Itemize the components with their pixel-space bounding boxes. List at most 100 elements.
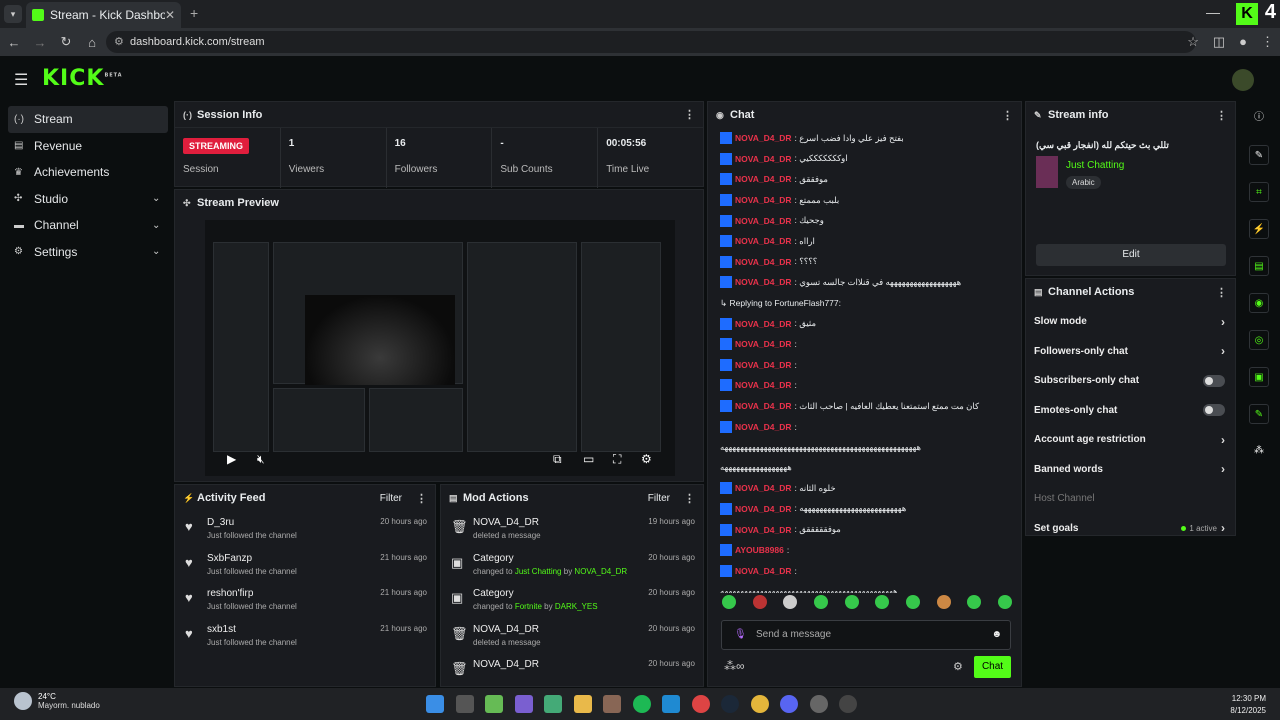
sidebar-item-channel[interactable]: ▬ Channel ⌄ bbox=[8, 212, 168, 239]
emoji-icon[interactable]: ☻ bbox=[991, 621, 1002, 649]
profile-icon[interactable]: ● bbox=[1239, 34, 1247, 50]
edit-button[interactable]: Edit bbox=[1036, 244, 1226, 266]
filter-button[interactable]: Filter bbox=[380, 493, 402, 504]
chat-message-input[interactable]: 🎙︎ Send a message ☻ bbox=[721, 620, 1011, 650]
app-icon[interactable] bbox=[514, 695, 533, 713]
user-avatar[interactable] bbox=[1232, 69, 1254, 91]
minecraft-icon[interactable] bbox=[485, 695, 503, 713]
back-icon[interactable]: ← bbox=[2, 35, 26, 50]
more-options-icon[interactable]: ⋮ bbox=[1216, 286, 1227, 299]
more-options-icon[interactable]: ⋮ bbox=[1216, 109, 1227, 122]
chat-username[interactable]: NOVA_D4_DR bbox=[735, 422, 792, 432]
chat-username[interactable]: NOVA_D4_DR bbox=[735, 216, 792, 226]
send-chat-button[interactable]: Chat bbox=[974, 656, 1011, 678]
chat-username[interactable]: NOVA_D4_DR bbox=[735, 566, 792, 576]
chat-username[interactable]: NOVA_D4_DR bbox=[735, 195, 792, 205]
filter-button[interactable]: Filter bbox=[648, 493, 670, 504]
site-info-icon[interactable]: ⚙ bbox=[114, 31, 124, 53]
chat-username[interactable]: NOVA_D4_DR bbox=[735, 319, 792, 329]
emote-icon[interactable] bbox=[813, 595, 828, 609]
follower-name[interactable]: reshon'firp bbox=[207, 588, 380, 599]
clip-icon[interactable]: ⌗ bbox=[1249, 182, 1269, 202]
info-icon[interactable]: ⓘ bbox=[1249, 108, 1269, 128]
category-link[interactable]: Just Chatting bbox=[515, 567, 562, 576]
browser-tab[interactable]: Stream - Kick Dashboard ✕ bbox=[26, 2, 181, 28]
chat-username[interactable]: NOVA_D4_DR bbox=[735, 483, 792, 493]
bookmark-star-icon[interactable]: ☆ bbox=[1187, 34, 1199, 50]
mod-name[interactable]: NOVA_D4_DR bbox=[473, 624, 648, 635]
chat-username[interactable]: NOVA_D4_DR bbox=[735, 360, 792, 370]
chat-username[interactable]: NOVA_D4_DR bbox=[735, 236, 792, 246]
set-goals-item[interactable]: Set goals 1 active › bbox=[1026, 514, 1235, 544]
steam-icon[interactable] bbox=[721, 695, 739, 713]
sidebar-item-studio[interactable]: ✣ Studio ⌄ bbox=[8, 186, 168, 213]
more-options-icon[interactable]: ⋮ bbox=[416, 492, 427, 505]
play-icon[interactable]: ▶ bbox=[227, 452, 236, 466]
follower-name[interactable]: D_3ru bbox=[207, 517, 380, 528]
kick-logo[interactable]: KICKBETA bbox=[42, 66, 123, 91]
emote-icon[interactable] bbox=[936, 595, 951, 609]
more-options-icon[interactable]: ⋮ bbox=[684, 492, 695, 505]
pip-icon[interactable]: ⧉ bbox=[553, 452, 562, 467]
discord-icon[interactable] bbox=[780, 695, 798, 713]
chat-icon[interactable]: ◉ bbox=[1249, 293, 1269, 313]
weather-widget[interactable]: 24°C Mayorm. nublado bbox=[14, 692, 100, 710]
chat-username[interactable]: NOVA_D4_DR bbox=[735, 380, 792, 390]
mod-name[interactable]: NOVA_D4_DR bbox=[473, 517, 648, 528]
emote-icon[interactable] bbox=[722, 595, 736, 609]
new-tab-button[interactable]: + bbox=[190, 5, 198, 21]
file-explorer-icon[interactable] bbox=[573, 695, 592, 713]
notes-icon[interactable]: ▤ bbox=[1249, 256, 1269, 276]
emotes-only-toggle[interactable] bbox=[1203, 404, 1225, 417]
follower-name[interactable]: SxbFanzp bbox=[207, 553, 380, 564]
browser-menu-icon[interactable]: ⋮ bbox=[1261, 34, 1274, 50]
chat-username[interactable]: NOVA_D4_DR bbox=[735, 154, 792, 164]
chat-username[interactable]: NOVA_D4_DR bbox=[735, 174, 792, 184]
emote-icon[interactable] bbox=[997, 595, 1012, 609]
chrome-icon[interactable] bbox=[750, 695, 769, 713]
chat-username[interactable]: NOVA_D4_DR bbox=[735, 277, 792, 287]
mute-icon[interactable]: 🔇︎ bbox=[257, 452, 265, 467]
microphone-icon[interactable]: 🎙︎ bbox=[734, 621, 747, 649]
follower-name[interactable]: sxb1st bbox=[207, 624, 380, 635]
broadcast-icon[interactable]: ◎ bbox=[1249, 330, 1269, 350]
emote-icon[interactable] bbox=[905, 595, 920, 609]
forward-icon[interactable]: → bbox=[28, 35, 52, 50]
settings-icon[interactable]: ⚙ bbox=[641, 452, 652, 466]
banned-words-item[interactable]: Banned words › bbox=[1026, 455, 1235, 485]
slow-mode-item[interactable]: Slow mode › bbox=[1026, 307, 1235, 337]
more-options-icon[interactable]: ⋮ bbox=[684, 108, 695, 121]
emote-icon[interactable] bbox=[967, 595, 982, 609]
chat-username[interactable]: NOVA_D4_DR bbox=[735, 504, 792, 514]
sidebar-item-settings[interactable]: ⚙ Settings ⌄ bbox=[8, 239, 168, 266]
chat-username[interactable]: AYOUB8986 bbox=[735, 545, 784, 555]
chat-settings-icon[interactable]: ⚙ bbox=[953, 660, 963, 673]
account-age-item[interactable]: Account age restriction › bbox=[1026, 425, 1235, 455]
apps-icon[interactable]: ⁂ bbox=[1249, 441, 1269, 461]
sidebar-item-achievements[interactable]: ♛ Achievements bbox=[8, 159, 168, 186]
system-clock[interactable]: 12:30 PM 8/12/2025 bbox=[1230, 693, 1266, 717]
tab-search-button[interactable]: ▾ bbox=[4, 5, 22, 23]
fullscreen-icon[interactable]: ⛶ bbox=[613, 452, 621, 467]
emote-icon[interactable] bbox=[875, 595, 890, 609]
edit-icon[interactable]: ✎ bbox=[1249, 145, 1269, 165]
activity-icon[interactable]: ▣ bbox=[1249, 367, 1269, 387]
reload-icon[interactable]: ↻ bbox=[54, 34, 78, 50]
chat-username[interactable]: NOVA_D4_DR bbox=[735, 339, 792, 349]
minimize-button[interactable]: — bbox=[1206, 4, 1220, 20]
app-icon[interactable] bbox=[603, 695, 621, 713]
windows-start-icon[interactable] bbox=[426, 695, 444, 713]
sidebar-item-stream[interactable]: (·) Stream bbox=[8, 106, 168, 133]
wrench-icon[interactable]: ✎ bbox=[1249, 404, 1269, 424]
taskview-icon[interactable] bbox=[455, 695, 474, 713]
user-link[interactable]: DARK_YES bbox=[555, 602, 598, 611]
hamburger-menu-icon[interactable]: ☰ bbox=[14, 70, 28, 90]
followers-only-item[interactable]: Followers-only chat › bbox=[1026, 337, 1235, 367]
chat-username[interactable]: NOVA_D4_DR bbox=[735, 133, 792, 143]
subscribers-only-toggle[interactable] bbox=[1203, 374, 1225, 387]
chat-username[interactable]: NOVA_D4_DR bbox=[735, 525, 792, 535]
mod-name[interactable]: NOVA_D4_DR bbox=[473, 659, 648, 670]
extensions-icon[interactable]: ◫ bbox=[1213, 34, 1225, 50]
close-tab-icon[interactable]: ✕ bbox=[165, 8, 175, 22]
chat-username[interactable]: NOVA_D4_DR bbox=[735, 257, 792, 267]
